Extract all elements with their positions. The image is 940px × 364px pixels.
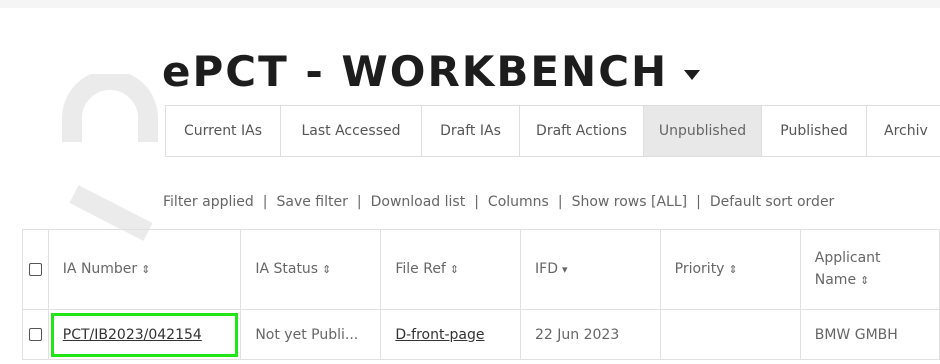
select-all-checkbox[interactable] (28, 263, 42, 276)
header-ia-number[interactable]: IA Number ⇕ (47, 229, 242, 310)
ifd-cell: 22 Jun 2023 (520, 309, 661, 360)
table-row: PCT/IB2023/042154 Not yet Publi... D-fro… (22, 309, 940, 360)
download-list-link[interactable]: Download list (371, 194, 466, 210)
row-checkbox[interactable] (28, 328, 42, 341)
columns-link[interactable]: Columns (488, 194, 549, 210)
header-label: Priority (674, 261, 725, 277)
default-sort-link[interactable]: Default sort order (710, 194, 835, 210)
sort-desc-icon: ▾ (561, 263, 568, 276)
toolbar-separator: | (474, 194, 479, 210)
tab-draft-actions[interactable]: Draft Actions (520, 106, 644, 156)
toolbar-separator: | (262, 194, 268, 210)
sort-both-icon: ⇕ (449, 263, 460, 276)
show-rows-link[interactable]: Show rows [ALL] (572, 194, 688, 210)
header-label: File Ref (395, 261, 446, 277)
file-ref-cell: D-front-page (380, 309, 522, 360)
header-label: IA Status (255, 261, 319, 277)
header-label: Applicant (814, 250, 881, 266)
toolbar-separator: | (356, 194, 362, 210)
tab-last-accessed[interactable]: Last Accessed (281, 106, 422, 156)
sort-both-icon: ⇕ (322, 263, 332, 276)
priority-cell (659, 309, 801, 360)
applicant-cell: BMW GMBH (799, 309, 940, 360)
header-file-ref[interactable]: File Ref ⇕ (380, 229, 522, 310)
header-label: IFD (535, 261, 558, 277)
sort-both-icon: ⇕ (141, 263, 151, 276)
header-label: Name (814, 272, 857, 288)
tab-bar: Current IAs Last Accessed Draft IAs Draf… (165, 105, 940, 157)
tab-current-ias[interactable]: Current IAs (166, 106, 281, 156)
tab-unpublished[interactable]: Unpublished (644, 106, 762, 156)
ia-status-cell: Not yet Publi... (240, 309, 382, 360)
app-title: ePCT - WORKBENCH (162, 46, 669, 96)
tab-archived[interactable]: Archiv (867, 106, 940, 156)
header-ifd[interactable]: IFD ▾ (520, 229, 661, 310)
sort-both-icon: ⇕ (860, 274, 870, 287)
file-ref-link[interactable]: D-front-page (395, 327, 484, 343)
tab-published[interactable]: Published (762, 106, 867, 156)
watermark-logo-icon (62, 74, 158, 241)
ia-number-cell: PCT/IB2023/042154 (47, 309, 242, 360)
toolbar-separator: | (557, 194, 563, 210)
header-label: IA Number (62, 261, 138, 277)
filter-applied-link[interactable]: Filter applied (163, 194, 254, 210)
header-priority[interactable]: Priority ⇕ (659, 229, 801, 310)
toolbar-separator: | (696, 194, 701, 210)
tab-draft-ias[interactable]: Draft IAs (422, 106, 520, 156)
caret-down-icon[interactable] (682, 68, 702, 82)
list-toolbar: Filter applied | Save filter | Download … (163, 194, 834, 210)
title-row: ePCT - WORKBENCH (162, 42, 702, 100)
select-all-cell (22, 229, 49, 310)
table-header-row: IA Number ⇕ IA Status ⇕ File Ref ⇕ IFD ▾ Pri… (22, 229, 940, 310)
save-filter-link[interactable]: Save filter (276, 194, 347, 210)
workbench-panel: ePCT - WORKBENCH Current IAs Last Access… (0, 8, 940, 364)
row-select-cell (22, 309, 49, 360)
ia-number-link[interactable]: PCT/IB2023/042154 (63, 327, 202, 343)
ia-table: IA Number ⇕ IA Status ⇕ File Ref ⇕ IFD ▾ Pri… (22, 229, 940, 360)
header-ia-status[interactable]: IA Status ⇕ (240, 229, 382, 310)
header-applicant-name[interactable]: Applicant Name ⇕ (799, 229, 940, 310)
sort-both-icon: ⇕ (728, 263, 738, 276)
